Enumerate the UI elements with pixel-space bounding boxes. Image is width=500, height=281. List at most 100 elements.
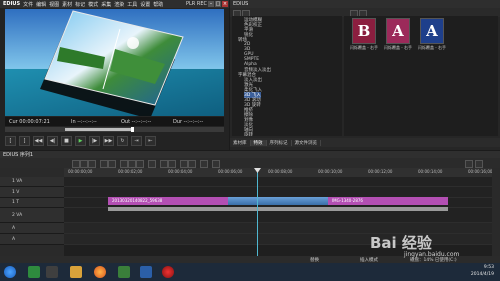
ruler-tick: 00:00:02;00: [118, 169, 143, 174]
video-clip[interactable]: 20130320140822_59638: [108, 197, 228, 205]
firefox-icon[interactable]: [94, 266, 106, 278]
snap-icon[interactable]: [168, 160, 176, 168]
menu-edit[interactable]: 编辑: [36, 1, 46, 8]
playhead[interactable]: [257, 168, 258, 265]
menu-help[interactable]: 帮助: [153, 1, 163, 8]
text-app-icon[interactable]: [140, 266, 152, 278]
track-header[interactable]: A: [0, 234, 64, 245]
baidu-watermark: Bai 经验: [370, 234, 432, 252]
redo-icon[interactable]: [108, 160, 116, 168]
minimize-icon[interactable]: –: [208, 1, 214, 7]
close-icon[interactable]: ×: [222, 1, 228, 7]
timecode-row: Cur 00:00:07:21 In --:--:--:-- Out --:--…: [5, 117, 224, 126]
menu-render[interactable]: 渲染: [114, 1, 124, 8]
effect-card[interactable]: A 闪烁覆盖 - 右手: [418, 18, 446, 50]
effect-card[interactable]: A 闪烁覆盖 - 右手: [384, 18, 412, 50]
track-header[interactable]: A: [0, 223, 64, 234]
menu-view[interactable]: 视图: [49, 1, 59, 8]
track-header[interactable]: 1 VA: [0, 177, 64, 187]
paste-icon[interactable]: [136, 160, 144, 168]
marker-icon[interactable]: [188, 160, 196, 168]
audio-waveform-strip[interactable]: [108, 207, 448, 211]
track-name: 2 VA: [12, 212, 23, 218]
menu-file[interactable]: 文件: [23, 1, 33, 8]
settings-icon[interactable]: [465, 160, 473, 168]
step-forward-icon[interactable]: |▶: [89, 135, 100, 146]
maximize-icon[interactable]: □: [215, 1, 221, 7]
ruler-tick: 00:00:16;00: [468, 169, 493, 174]
video-clip[interactable]: IMG-1340-2876: [328, 197, 448, 205]
app-icon[interactable]: [28, 266, 40, 278]
menu-mode[interactable]: 模式: [88, 1, 98, 8]
ruler-tick: 00:00:14;00: [418, 169, 443, 174]
effects-tabs: 素材库 特效 序列标记 源文件浏览: [230, 138, 500, 147]
tab-effects[interactable]: 特效: [250, 139, 267, 146]
save-icon[interactable]: [88, 160, 96, 168]
track-lane[interactable]: [64, 177, 492, 187]
effects-tree: 运动模糊 色彩校正 平滑 锐化 转场 2D 3D GPU SMPTE Alpha 音频淡入淡出 字幕混…: [232, 16, 342, 136]
step-back-icon[interactable]: ◀|: [47, 135, 58, 146]
rewind-icon[interactable]: ◀◀: [33, 135, 44, 146]
effect-thumb: A: [386, 18, 410, 44]
video-preview[interactable]: [5, 9, 224, 116]
clock-date: 2014/4/19: [470, 272, 494, 277]
scrub-bar[interactable]: [5, 127, 224, 132]
record-icon[interactable]: [162, 266, 174, 278]
effect-label: 闪烁覆盖 - 右手: [418, 45, 446, 50]
tree-item[interactable]: 旋转: [244, 132, 253, 136]
edius-icon[interactable]: [118, 266, 130, 278]
play-icon[interactable]: ▶: [75, 135, 86, 146]
undo-icon[interactable]: [100, 160, 108, 168]
track-header[interactable]: 2 VA: [0, 208, 64, 223]
layout-icon[interactable]: [475, 160, 483, 168]
new-sequence-icon[interactable]: [72, 160, 80, 168]
tab-bin[interactable]: 素材库: [230, 139, 251, 146]
player-window: EDIUS 文件 编辑 视图 素材 标记 模式 采集 渲染 工具 设置 帮助 P…: [0, 0, 229, 150]
export-icon[interactable]: [212, 160, 220, 168]
cut-icon[interactable]: [120, 160, 128, 168]
open-icon[interactable]: [80, 160, 88, 168]
tab-sequence-marker[interactable]: 序列标记: [267, 139, 292, 146]
overwrite-icon[interactable]: ⇤: [145, 135, 156, 146]
ruler-tick: 00:00:08;00: [268, 169, 293, 174]
timeline-ruler[interactable]: 00:00:00;00 00:00:02;00 00:00:04;00 00:00:0…: [64, 168, 492, 177]
insert-icon[interactable]: ⇥: [131, 135, 142, 146]
clock-time: 9:53: [483, 265, 494, 270]
track-header[interactable]: 1 V: [0, 187, 64, 198]
preview-frame-image: [5, 9, 224, 116]
render-icon[interactable]: [200, 160, 208, 168]
menu-capture[interactable]: 采集: [101, 1, 111, 8]
menu-marker[interactable]: 标记: [75, 1, 85, 8]
folder-icon[interactable]: [70, 266, 82, 278]
clip-name: 20130320140822_59638: [112, 198, 163, 203]
player-mode-label[interactable]: PLR REC: [186, 1, 207, 7]
menu-tools[interactable]: 工具: [127, 1, 137, 8]
track-name: 1 VA: [12, 179, 23, 184]
transition-clip[interactable]: [228, 197, 328, 205]
effect-card[interactable]: B 闪烁覆盖 - 右手: [350, 18, 378, 50]
track-header[interactable]: 1 T: [0, 198, 64, 208]
timeline-scrollbar[interactable]: [492, 168, 500, 265]
menu-settings[interactable]: 设置: [140, 1, 150, 8]
loop-icon[interactable]: ↻: [117, 135, 128, 146]
ripple-icon[interactable]: [160, 160, 168, 168]
scrub-handle[interactable]: [131, 127, 134, 132]
tab-source-browser[interactable]: 源文件浏览: [292, 139, 321, 146]
out-point-icon[interactable]: ]: [19, 135, 30, 146]
copy-icon[interactable]: [128, 160, 136, 168]
fast-forward-icon[interactable]: ▶▶: [103, 135, 114, 146]
menu-clip[interactable]: 素材: [62, 1, 72, 8]
stop-icon[interactable]: ■: [61, 135, 72, 146]
in-point-icon[interactable]: [: [5, 135, 16, 146]
windows-taskbar: 9:53 2014/4/19: [0, 263, 500, 281]
timeline-title: EDIUS 序列1: [3, 152, 34, 158]
ruler-tick: 00:00:04;00: [168, 169, 193, 174]
transport-controls: [ ] ◀◀ ◀| ■ ▶ |▶ ▶▶ ↻ ⇥ ⇤: [5, 135, 224, 146]
media-icon[interactable]: [46, 266, 58, 278]
clip-name: IMG-1340-2876: [332, 198, 363, 203]
start-icon[interactable]: [4, 266, 16, 278]
track-name: 1 V: [12, 189, 20, 195]
effect-label: 闪烁覆盖 - 右手: [350, 45, 378, 50]
zoom-icon[interactable]: [180, 160, 188, 168]
delete-clip-icon[interactable]: [148, 160, 156, 168]
